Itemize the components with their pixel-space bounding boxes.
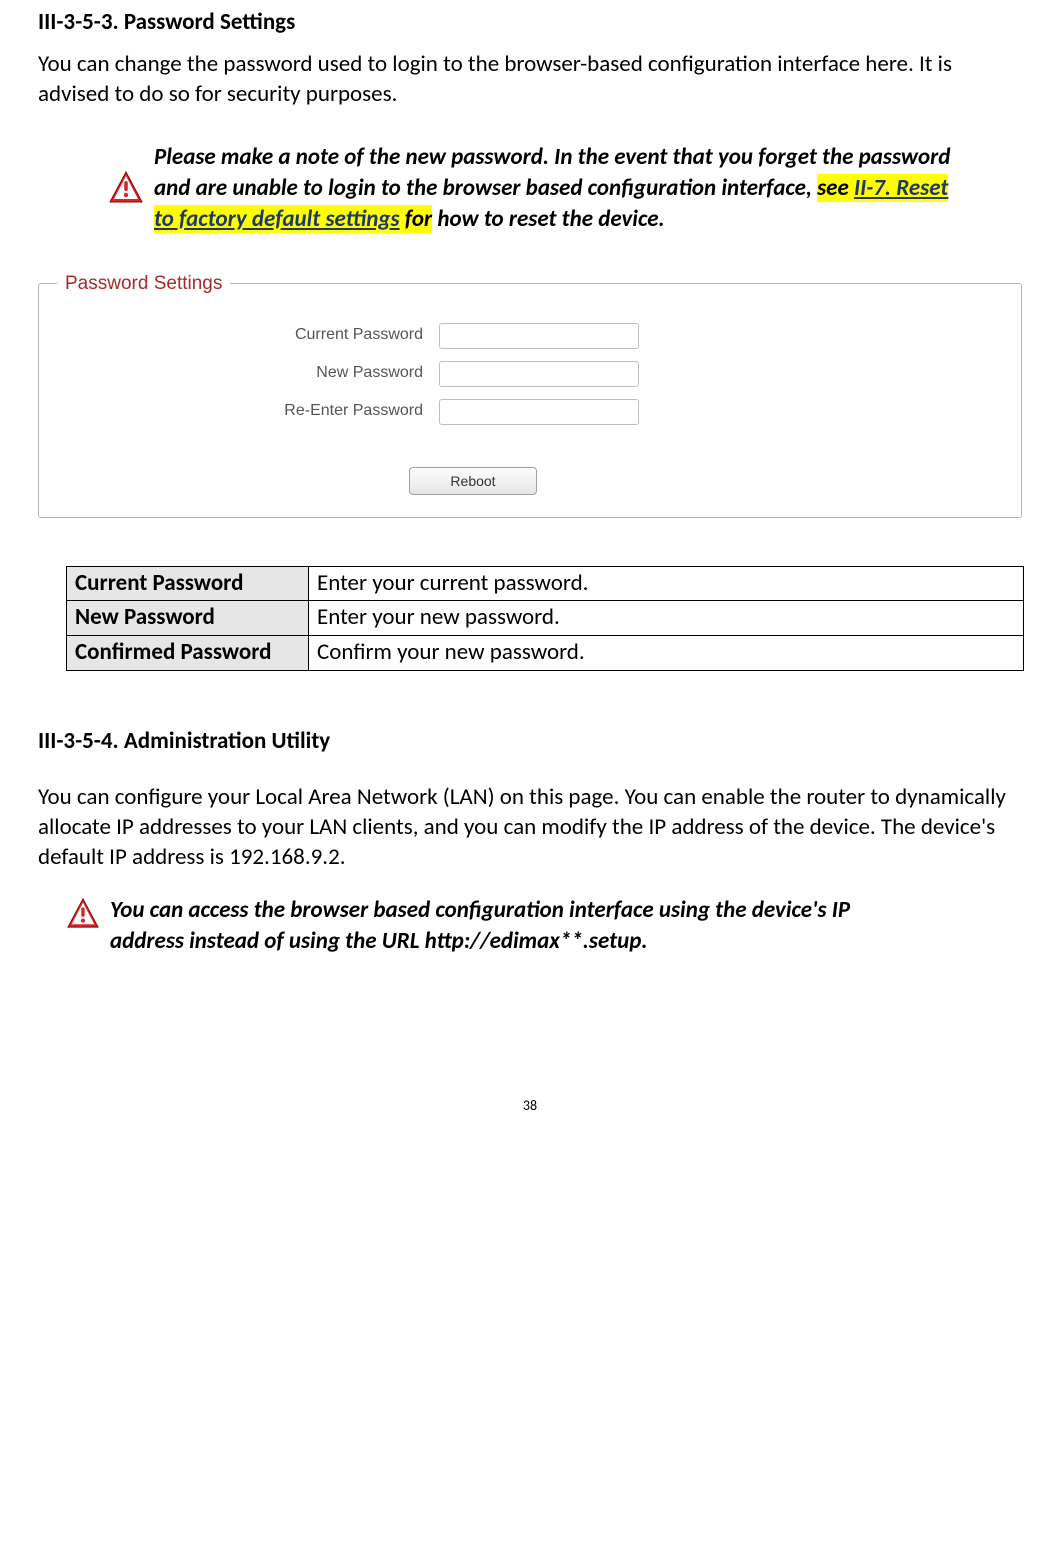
note-text-2: You can access the browser based configu… [110, 895, 872, 957]
note-text: Please make a note of the new password. … [154, 142, 962, 235]
definition-table: Current Password Enter your current pass… [66, 566, 1024, 672]
form-row-reenter: Re-Enter Password [39, 393, 1021, 431]
new-password-label: New Password [39, 363, 439, 384]
table-row: Confirmed Password Confirm your new pass… [67, 636, 1024, 671]
warning-icon [108, 170, 144, 213]
note-post: how to reset the device. [432, 205, 665, 233]
table-desc: Confirm your new password. [309, 636, 1024, 671]
note-block-2: You can access the browser based configu… [66, 895, 1022, 957]
intro-text: You can change the password used to logi… [38, 50, 1022, 110]
form-rows: Current Password New Password Re-Enter P… [39, 309, 1021, 431]
table-desc: Enter your current password. [309, 566, 1024, 601]
body-text-2: You can configure your Local Area Networ… [38, 783, 1022, 873]
new-password-input[interactable] [439, 361, 639, 387]
table-key: Confirmed Password [67, 636, 309, 671]
table-desc: Enter your new password. [309, 601, 1024, 636]
table-row: Current Password Enter your current pass… [67, 566, 1024, 601]
reenter-password-input[interactable] [439, 399, 639, 425]
note-for: for [400, 205, 433, 233]
reenter-password-label: Re-Enter Password [39, 401, 439, 422]
form-row-new: New Password [39, 355, 1021, 393]
section-2: III-3-5-4. Administration Utility You ca… [38, 727, 1022, 957]
current-password-input[interactable] [439, 323, 639, 349]
section-title: III-3-5-3. Password Settings [38, 8, 1022, 38]
panel-legend: Password Settings [57, 272, 230, 297]
warning-icon [66, 897, 100, 938]
table-key: New Password [67, 601, 309, 636]
table-key: Current Password [67, 566, 309, 601]
table-row: New Password Enter your new password. [67, 601, 1024, 636]
section-title-2: III-3-5-4. Administration Utility [38, 727, 1022, 757]
password-settings-panel: Password Settings Current Password New P… [38, 283, 1022, 518]
current-password-label: Current Password [39, 325, 439, 346]
note-see: see [817, 174, 854, 202]
page-number: 38 [38, 1097, 1022, 1127]
note-block: Please make a note of the new password. … [108, 142, 1022, 235]
form-row-current: Current Password [39, 317, 1021, 355]
button-row: Reboot [39, 431, 1021, 505]
reboot-button[interactable]: Reboot [409, 467, 537, 495]
